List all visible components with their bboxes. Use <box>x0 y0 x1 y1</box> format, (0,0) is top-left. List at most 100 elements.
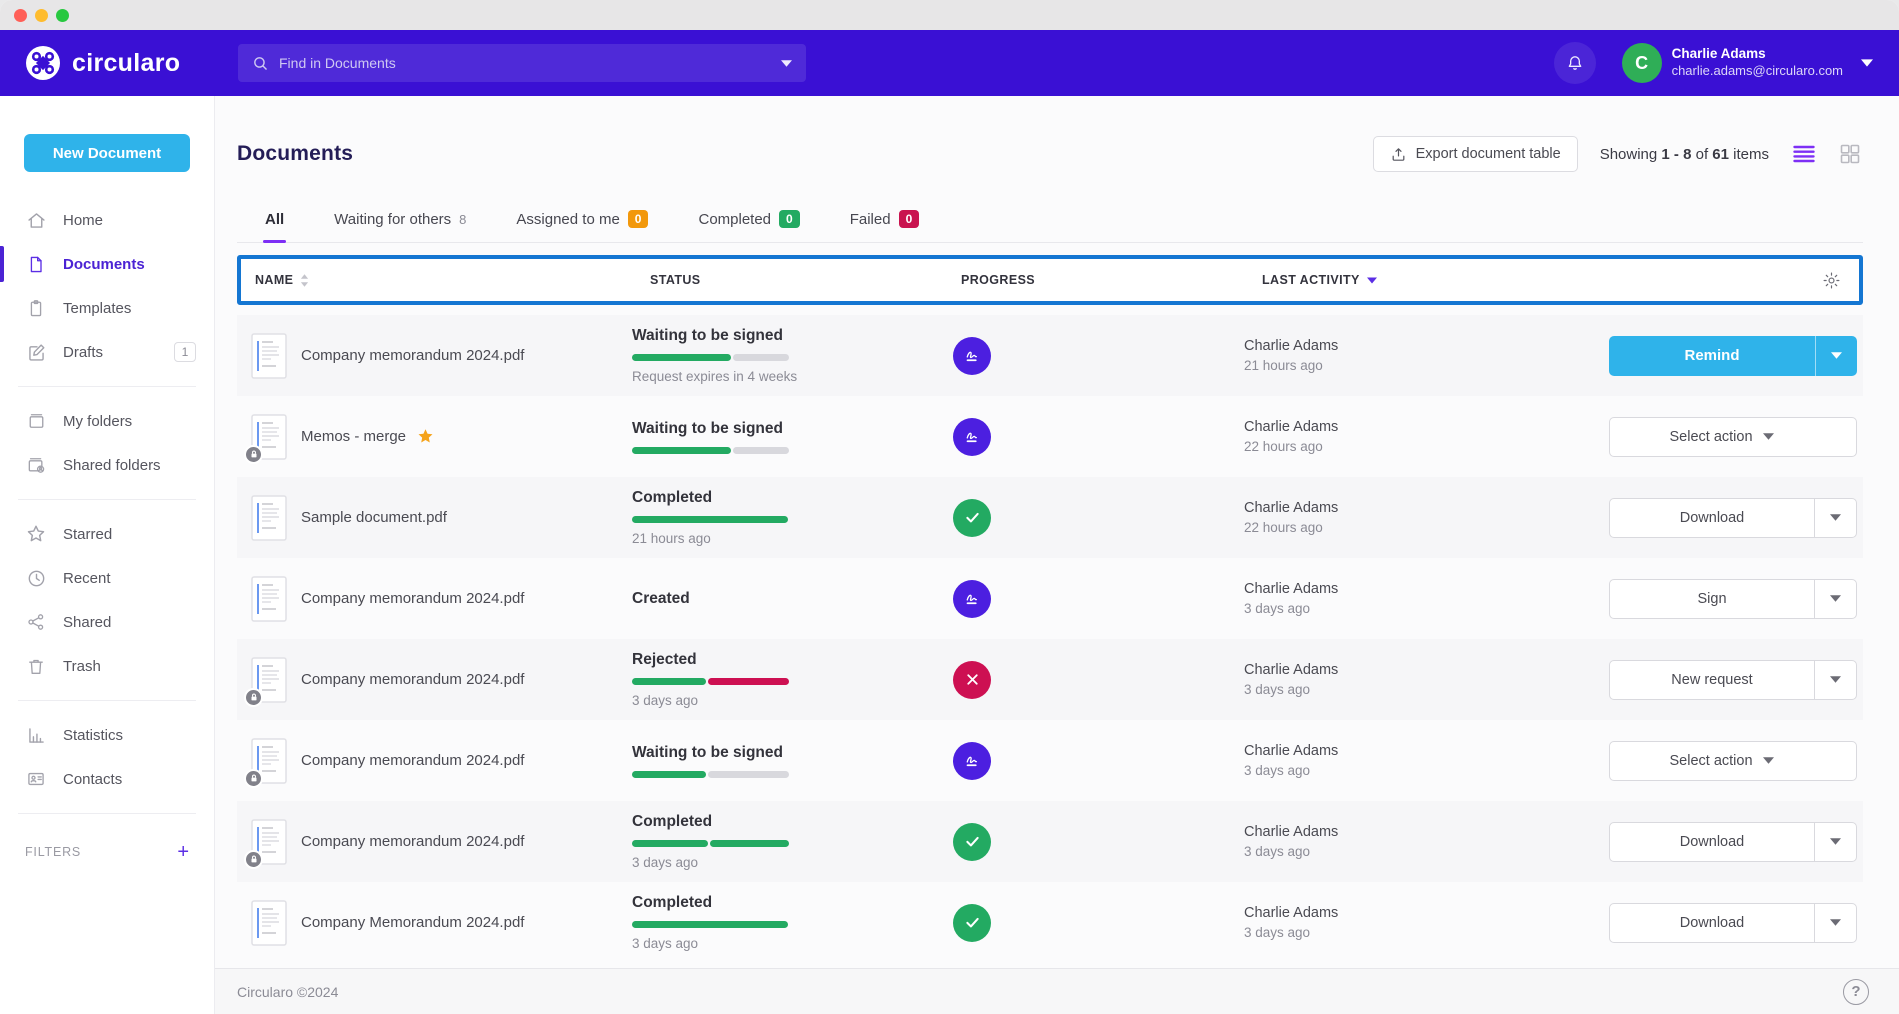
document-name[interactable]: Company memorandum 2024.pdf <box>301 752 524 769</box>
cross-status-icon[interactable] <box>953 661 991 699</box>
action-button-label[interactable]: Select action <box>1610 742 1856 780</box>
main-content: Documents Export document table Showing … <box>215 96 1899 1014</box>
tab-label: Completed <box>698 211 771 228</box>
grid-view-button[interactable] <box>1837 142 1863 166</box>
check-status-icon[interactable] <box>953 823 991 861</box>
tab-all[interactable]: All <box>263 200 286 242</box>
row-action: Select action <box>1609 741 1863 781</box>
sidebar-item-recent[interactable]: Recent <box>0 556 214 600</box>
column-header-last-activity[interactable]: LAST ACTIVITY <box>1262 273 1622 287</box>
sidebar-item-statistics[interactable]: Statistics <box>0 713 214 757</box>
last-activity-time: 21 hours ago <box>1244 358 1604 373</box>
zoom-window-button[interactable] <box>56 9 69 22</box>
lock-icon <box>244 769 263 788</box>
user-menu[interactable]: C Charlie Adams charlie.adams@circularo.… <box>1622 43 1873 83</box>
sign-button[interactable]: Sign <box>1609 579 1857 619</box>
add-filter-button[interactable]: + <box>177 842 189 862</box>
download-button[interactable]: Download <box>1609 498 1857 538</box>
action-dropdown-caret-icon[interactable] <box>1763 433 1797 440</box>
star-icon[interactable] <box>416 427 435 446</box>
table-row[interactable]: Sample document.pdf Completed 21 hours a… <box>237 477 1863 558</box>
action-button-label[interactable]: Download <box>1610 904 1814 942</box>
search-input[interactable] <box>279 55 771 71</box>
action-dropdown-caret-icon[interactable] <box>1814 661 1856 699</box>
select-action-button[interactable]: Select action <box>1609 741 1857 781</box>
tab-failed[interactable]: Failed 0 <box>848 200 922 242</box>
select-action-button[interactable]: Select action <box>1609 417 1857 457</box>
last-activity-time: 22 hours ago <box>1244 439 1604 454</box>
tab-count-badge: 0 <box>628 210 649 228</box>
sidebar-item-home[interactable]: Home <box>0 198 214 242</box>
export-document-table-button[interactable]: Export document table <box>1373 136 1578 172</box>
document-name[interactable]: Company memorandum 2024.pdf <box>301 347 524 364</box>
action-dropdown-caret-icon[interactable] <box>1814 499 1856 537</box>
action-dropdown-caret-icon[interactable] <box>1815 336 1857 376</box>
search-scope-caret-icon[interactable] <box>781 60 792 67</box>
document-name[interactable]: Company memorandum 2024.pdf <box>301 671 524 688</box>
new-document-button[interactable]: New Document <box>24 134 190 172</box>
check-status-icon[interactable] <box>953 499 991 537</box>
action-button-label[interactable]: Download <box>1610 823 1814 861</box>
sidebar-item-contacts[interactable]: Contacts <box>0 757 214 801</box>
tab-count-badge: 0 <box>899 210 920 228</box>
table-row[interactable]: Company memorandum 2024.pdf Waiting to b… <box>237 315 1863 396</box>
column-header-status[interactable]: STATUS <box>650 273 961 287</box>
document-name[interactable]: Company memorandum 2024.pdf <box>301 590 524 607</box>
action-button-label[interactable]: Remind <box>1609 336 1815 376</box>
tab-label: Assigned to me <box>516 211 619 228</box>
sidebar-item-label: Documents <box>63 256 196 273</box>
action-dropdown-caret-icon[interactable] <box>1814 580 1856 618</box>
brand-logo[interactable]: circularo <box>24 44 214 82</box>
tab-waiting-for-others[interactable]: Waiting for others 8 <box>332 200 468 242</box>
action-dropdown-caret-icon[interactable] <box>1814 823 1856 861</box>
new-request-button[interactable]: New request <box>1609 660 1857 700</box>
action-dropdown-caret-icon[interactable] <box>1814 904 1856 942</box>
document-name[interactable]: Memos - merge <box>301 428 406 445</box>
table-row[interactable]: Company memorandum 2024.pdf Rejected 3 d… <box>237 639 1863 720</box>
document-name[interactable]: Company memorandum 2024.pdf <box>301 833 524 850</box>
table-row[interactable]: Company memorandum 2024.pdf Created Char… <box>237 558 1863 639</box>
sidebar-item-my-folders[interactable]: My folders <box>0 399 214 443</box>
sidebar-item-templates[interactable]: Templates <box>0 286 214 330</box>
table-row[interactable]: Company memorandum 2024.pdf Waiting to b… <box>237 720 1863 801</box>
signature-status-icon[interactable] <box>953 580 991 618</box>
minimize-window-button[interactable] <box>35 9 48 22</box>
download-button[interactable]: Download <box>1609 903 1857 943</box>
list-view-button[interactable] <box>1791 142 1817 166</box>
sidebar-item-trash[interactable]: Trash <box>0 644 214 688</box>
action-dropdown-caret-icon[interactable] <box>1763 757 1797 764</box>
sidebar-item-label: Contacts <box>63 771 196 788</box>
table-row[interactable]: Memos - merge Waiting to be signed Charl… <box>237 396 1863 477</box>
document-name[interactable]: Sample document.pdf <box>301 509 447 526</box>
sort-icon[interactable] <box>300 274 309 287</box>
action-button-label[interactable]: Download <box>1610 499 1814 537</box>
tab-completed[interactable]: Completed 0 <box>696 200 801 242</box>
tab-assigned-to-me[interactable]: Assigned to me 0 <box>514 200 650 242</box>
document-name[interactable]: Company Memorandum 2024.pdf <box>301 914 524 931</box>
sidebar-item-shared-folders[interactable]: Shared folders <box>0 443 214 487</box>
action-button-label[interactable]: New request <box>1610 661 1814 699</box>
signature-status-icon[interactable] <box>953 418 991 456</box>
sidebar-item-starred[interactable]: Starred <box>0 512 214 556</box>
search-bar[interactable] <box>238 44 806 82</box>
action-button-label[interactable]: Sign <box>1610 580 1814 618</box>
remind-button[interactable]: Remind <box>1609 336 1857 376</box>
table-row[interactable]: Company Memorandum 2024.pdf Completed 3 … <box>237 882 1863 963</box>
download-button[interactable]: Download <box>1609 822 1857 862</box>
check-status-icon[interactable] <box>953 904 991 942</box>
signature-status-icon[interactable] <box>953 742 991 780</box>
sidebar-item-shared[interactable]: Shared <box>0 600 214 644</box>
sidebar-item-documents[interactable]: Documents <box>0 242 214 286</box>
action-button-label[interactable]: Select action <box>1610 418 1856 456</box>
close-window-button[interactable] <box>14 9 27 22</box>
document-thumbnail-icon <box>251 495 287 541</box>
notifications-button[interactable] <box>1554 42 1596 84</box>
share-icon <box>25 611 47 633</box>
column-header-name[interactable]: NAME <box>255 273 650 287</box>
signature-status-icon[interactable] <box>953 337 991 375</box>
help-icon[interactable]: ? <box>1843 979 1869 1005</box>
column-header-progress[interactable]: PROGRESS <box>961 273 1262 287</box>
table-row[interactable]: Company memorandum 2024.pdf Completed 3 … <box>237 801 1863 882</box>
table-settings-gear-icon[interactable] <box>1822 271 1849 290</box>
sidebar-item-drafts[interactable]: Drafts 1 <box>0 330 214 374</box>
